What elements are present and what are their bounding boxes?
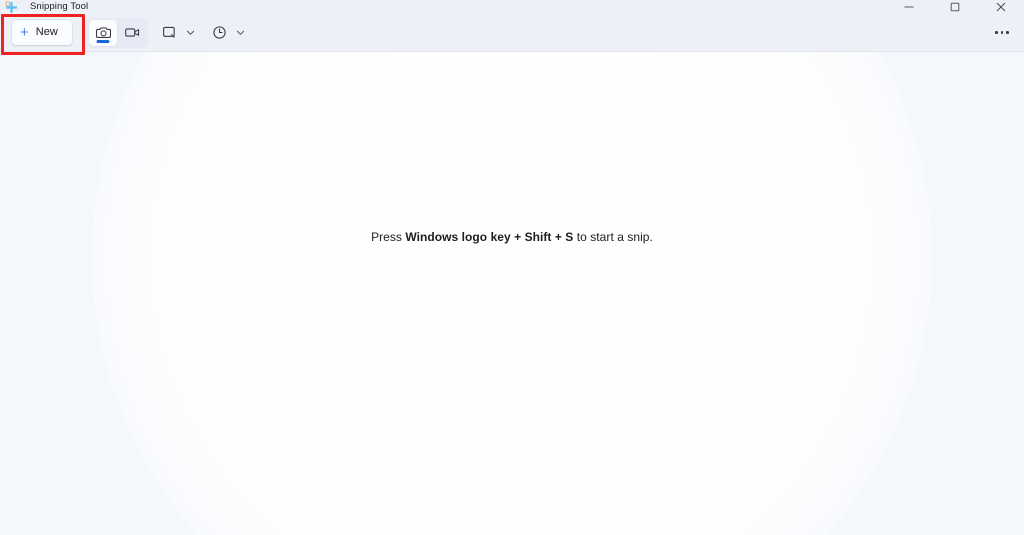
minimize-button[interactable]: [886, 0, 932, 14]
background-watermark-secondary: [205, 52, 942, 535]
ellipsis-icon: [1006, 31, 1009, 34]
snapshot-mode-button[interactable]: [89, 19, 117, 46]
window-controls: [886, 0, 1024, 14]
capture-mode-group: [87, 17, 148, 48]
snip-mode-dropdown[interactable]: [158, 19, 198, 47]
toolbar: + New: [0, 14, 1024, 52]
ellipsis-icon: [1000, 31, 1004, 34]
new-button-label: New: [35, 26, 58, 38]
close-icon: [996, 2, 1006, 12]
title-bar: Snipping Tool: [0, 0, 1024, 14]
hint-prefix: Press: [371, 230, 406, 244]
maximize-icon: [950, 2, 960, 12]
plus-icon: +: [20, 23, 29, 41]
snip-hint-text: Press Windows logo key + Shift + S to st…: [371, 230, 653, 244]
snipping-tool-icon: [5, 1, 18, 14]
maximize-button[interactable]: [932, 0, 978, 14]
chevron-down-icon: [186, 28, 195, 37]
camera-icon: [95, 24, 112, 41]
minimize-icon: [904, 2, 914, 12]
video-camera-icon: [124, 24, 141, 41]
hint-shortcut: Windows logo key + Shift + S: [405, 230, 574, 244]
background-watermark: [92, 52, 932, 535]
ellipsis-icon: [995, 31, 998, 34]
close-button[interactable]: [978, 0, 1024, 14]
window-title: Snipping Tool: [30, 1, 89, 12]
hint-suffix: to start a snip.: [573, 230, 653, 244]
title-bar-left: Snipping Tool: [0, 0, 88, 14]
rectangle-snip-icon: [161, 24, 178, 41]
selected-indicator: [96, 39, 110, 43]
record-mode-button[interactable]: [118, 20, 146, 46]
new-button[interactable]: + New: [11, 19, 73, 46]
capture-canvas-area: Press Windows logo key + Shift + S to st…: [0, 52, 1024, 535]
clock-icon: [211, 24, 228, 41]
delay-dropdown[interactable]: [208, 19, 248, 47]
see-more-button[interactable]: [987, 20, 1017, 46]
snipping-tool-window: Snipping Tool + New Press Windows logo k…: [0, 0, 1024, 535]
chevron-down-icon: [236, 28, 245, 37]
